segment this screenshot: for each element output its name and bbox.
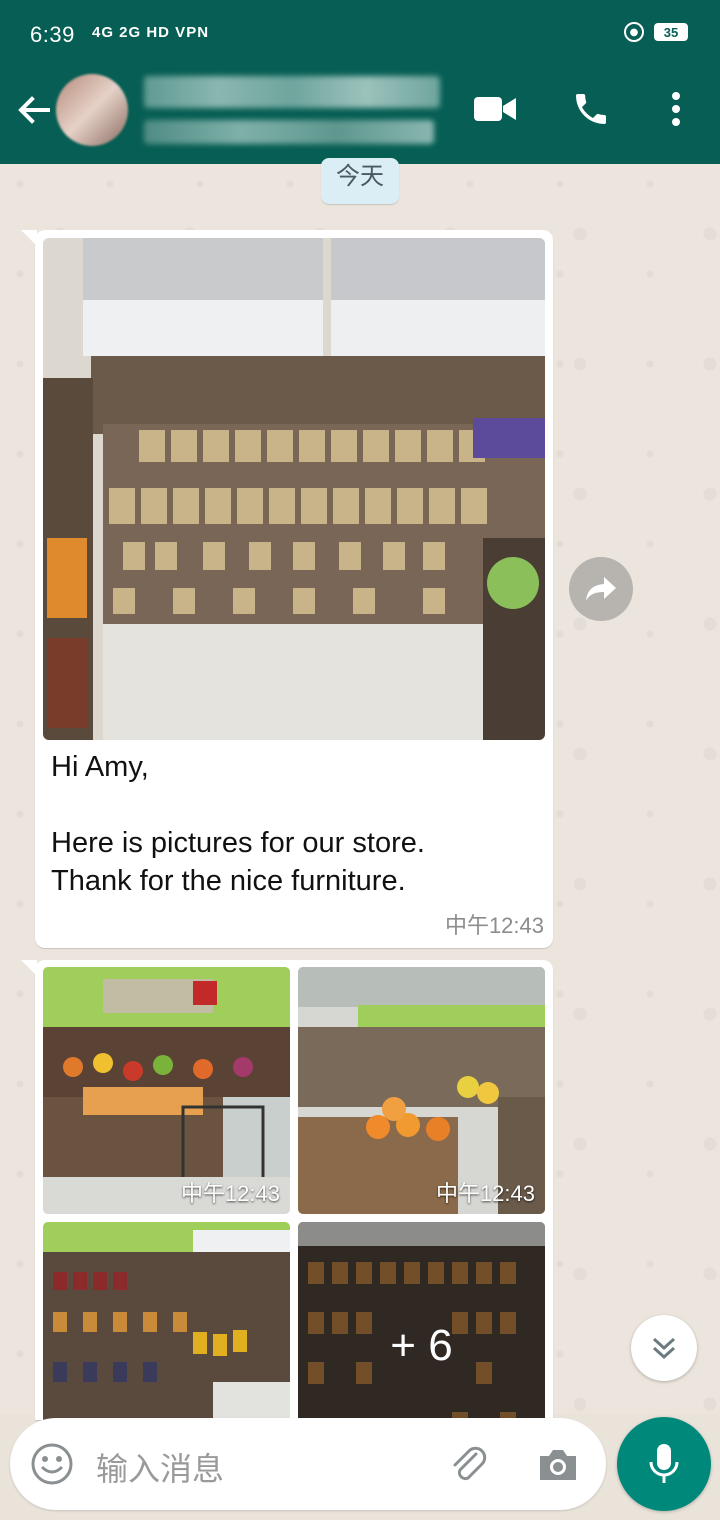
grid-photo[interactable]: 中午12:43 <box>298 967 545 1214</box>
camera-icon[interactable] <box>536 1442 580 1486</box>
phone-icon <box>576 94 606 124</box>
contact-avatar[interactable] <box>56 74 128 146</box>
image-grid-bubble[interactable]: 中午12:43 中午12:43 + 6 <box>21 960 553 1469</box>
chat-area[interactable]: 今天 Hi Amy, Here is pictures for our stor… <box>0 158 720 1469</box>
forward-arrow-icon <box>586 577 616 601</box>
video-call-button[interactable] <box>470 84 520 134</box>
emoji-icon[interactable] <box>30 1442 74 1486</box>
voice-call-button[interactable] <box>566 84 616 134</box>
attachment-icon[interactable] <box>446 1442 490 1486</box>
double-chevron-down-icon <box>652 1337 676 1360</box>
battery-icon: 35 <box>654 23 688 41</box>
message-time: 中午12:43 <box>444 913 544 938</box>
status-bar: 6:39 4G 2G HD VPN ● 35 <box>0 0 720 54</box>
store-shelves-image <box>43 238 545 740</box>
date-chip: 今天 <box>321 158 399 204</box>
store-photo[interactable] <box>43 238 545 740</box>
message-bubble[interactable]: Hi Amy, Here is pictures for our store. … <box>21 230 553 948</box>
message-text: Hi Amy, Here is pictures for our store. … <box>51 751 425 897</box>
rotation-lock-icon: ● <box>624 22 644 42</box>
microphone-icon <box>649 1444 679 1483</box>
photo-time: 中午12:43 <box>435 1181 535 1206</box>
more-vertical-icon <box>672 92 680 126</box>
network-indicators: 4G 2G HD VPN <box>92 24 210 41</box>
bubble-tail <box>21 230 37 246</box>
video-camera-icon <box>474 97 516 121</box>
back-arrow-icon[interactable] <box>14 90 54 130</box>
forward-button[interactable] <box>569 557 633 621</box>
photo-time: 中午12:43 <box>180 1181 280 1206</box>
bubble-tail <box>21 960 37 976</box>
scroll-to-bottom-button[interactable] <box>631 1315 697 1381</box>
message-composer[interactable]: 输入消息 <box>10 1418 606 1510</box>
chat-header <box>0 54 720 164</box>
grid-photo[interactable]: 中午12:43 <box>43 967 290 1214</box>
more-options-button[interactable] <box>651 84 701 134</box>
voice-message-button[interactable] <box>617 1417 711 1511</box>
contact-name[interactable] <box>144 76 440 108</box>
message-input[interactable]: 输入消息 <box>96 1444 224 1490</box>
status-time: 6:39 <box>30 22 75 47</box>
contact-status <box>144 120 434 144</box>
